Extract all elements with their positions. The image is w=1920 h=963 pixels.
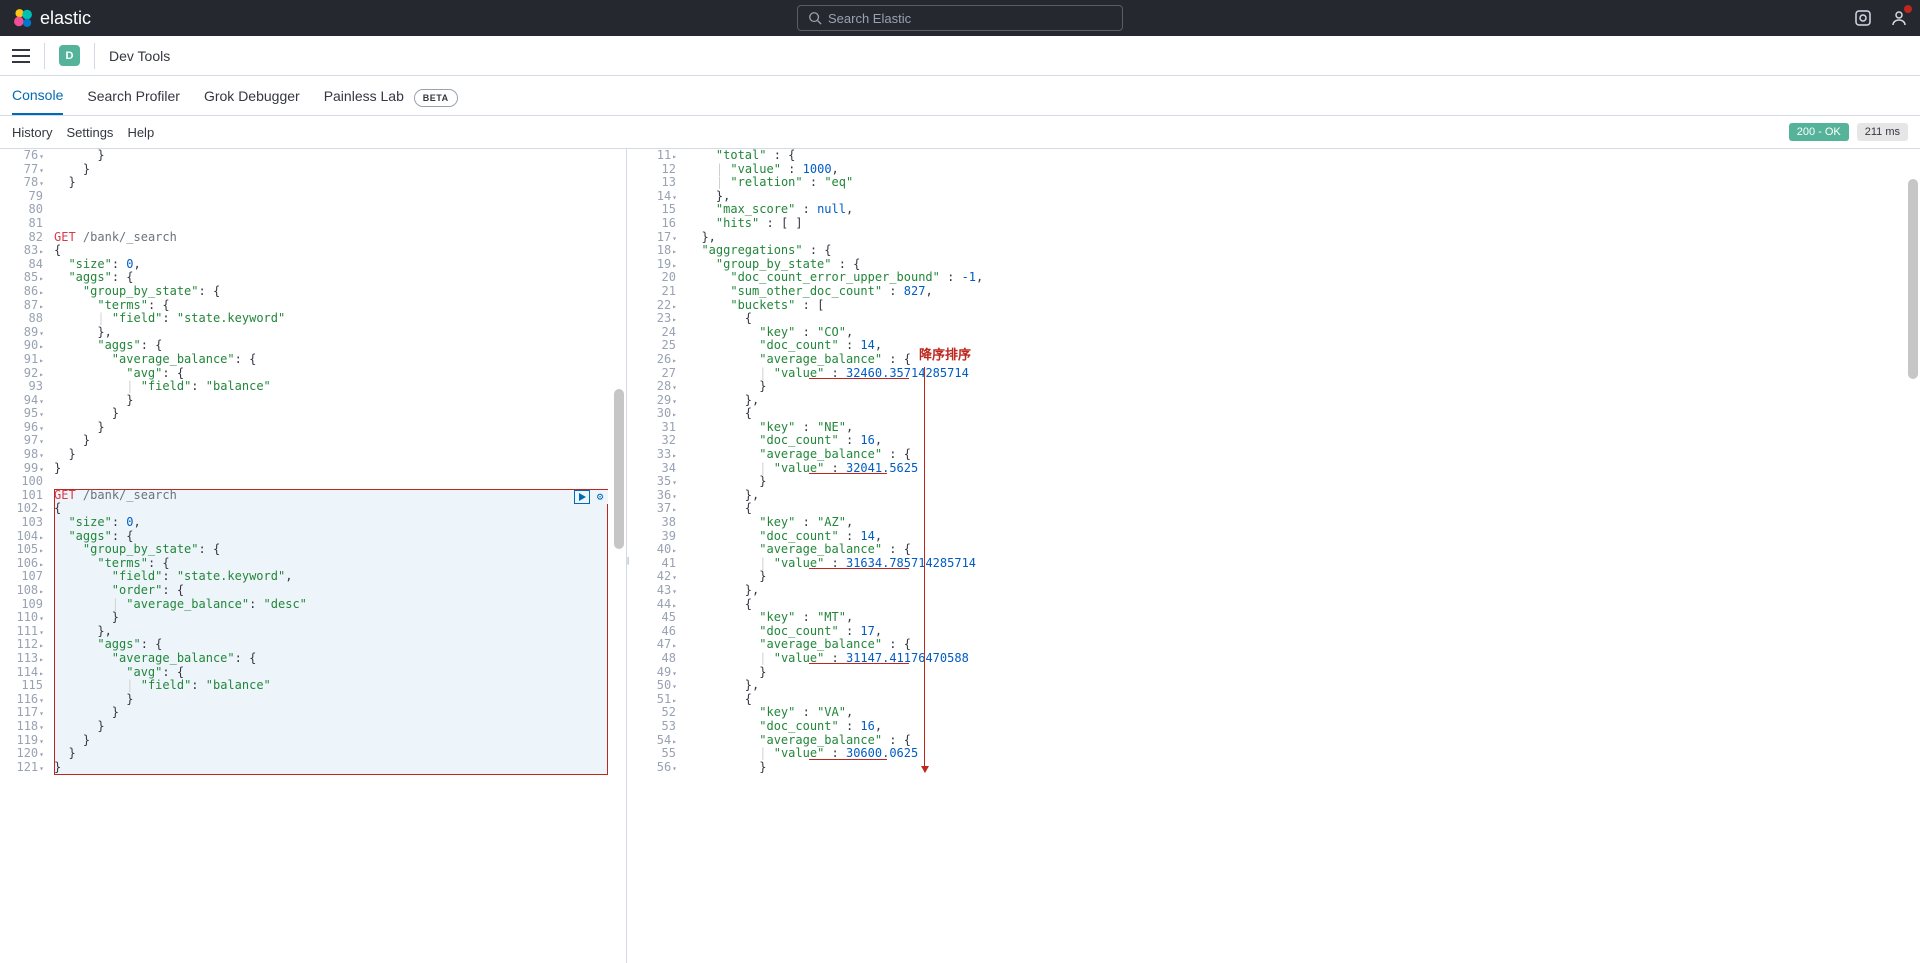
search-input[interactable]	[828, 11, 1112, 26]
request-code[interactable]: } } }GET /bank/_search{ "size": 0, "aggs…	[54, 149, 626, 774]
tab-painless-lab[interactable]: Painless Lab BETA	[324, 78, 458, 114]
breadcrumb: Dev Tools	[109, 48, 170, 64]
annotation-underline	[809, 663, 909, 664]
global-header: elastic	[0, 0, 1920, 36]
annotation-underline	[809, 568, 909, 569]
tab-console[interactable]: Console	[12, 77, 63, 115]
account-icon[interactable]	[1890, 9, 1908, 27]
request-options-button[interactable]: ⚙	[592, 490, 608, 504]
search-icon	[808, 11, 822, 25]
line-gutter: 76▾77▾78▾7980818283▸8485▸86▸87▸8889▾90▸9…	[0, 149, 50, 774]
beta-badge: BETA	[414, 89, 458, 107]
notification-dot	[1904, 5, 1912, 13]
annotation-underline	[809, 378, 909, 379]
send-request-button[interactable]	[574, 490, 590, 504]
request-editor[interactable]: ⚙ 76▾77▾78▾7980818283▸8485▸86▸87▸8889▾90…	[0, 149, 627, 963]
scrollbar[interactable]	[1906, 149, 1918, 963]
tab-search-profiler[interactable]: Search Profiler	[87, 78, 180, 114]
space-selector[interactable]: D	[59, 45, 80, 66]
brand-logo[interactable]: elastic	[12, 7, 91, 29]
elastic-icon	[12, 7, 34, 29]
global-search[interactable]	[797, 5, 1123, 31]
tab-bar: Console Search Profiler Grok Debugger Pa…	[0, 76, 1920, 116]
sub-header: D Dev Tools	[0, 36, 1920, 76]
annotation-underline	[809, 473, 887, 474]
help-link[interactable]: Help	[127, 125, 154, 140]
annotation-label: 降序排序	[919, 349, 971, 363]
tab-grok-debugger[interactable]: Grok Debugger	[204, 78, 300, 114]
nav-toggle-button[interactable]	[12, 49, 30, 63]
scrollbar[interactable]	[612, 149, 624, 963]
tab-painless-label: Painless Lab	[324, 88, 404, 104]
line-gutter: 11▸121314▾151617▾18▸19▸202122▸23▸242526▸…	[633, 149, 683, 774]
divider	[44, 43, 45, 69]
response-time: 211 ms	[1857, 123, 1908, 141]
newsfeed-icon[interactable]	[1854, 9, 1872, 27]
brand-text: elastic	[40, 8, 91, 29]
history-link[interactable]: History	[12, 125, 52, 140]
divider	[94, 43, 95, 69]
console-toolbar: History Settings Help 200 - OK 211 ms	[0, 116, 1920, 148]
annotation-arrow	[924, 367, 925, 772]
response-viewer[interactable]: 11▸121314▾151617▾18▸19▸202122▸23▸242526▸…	[633, 149, 1920, 963]
editor-panes: ⚙ 76▾77▾78▾7980818283▸8485▸86▸87▸8889▾90…	[0, 148, 1920, 963]
status-badge: 200 - OK	[1789, 123, 1849, 141]
response-code: "total" : { | "value" : 1000, | "relatio…	[687, 149, 1920, 774]
settings-link[interactable]: Settings	[66, 125, 113, 140]
annotation-underline	[809, 759, 887, 760]
